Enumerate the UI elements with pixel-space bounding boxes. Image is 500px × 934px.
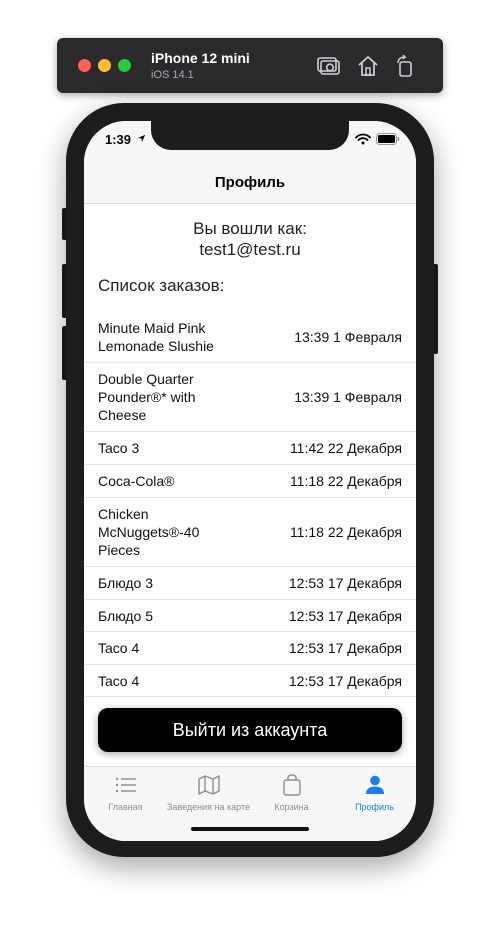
- tab-label: Заведения на карте: [167, 802, 251, 812]
- page-title: Профиль: [214, 173, 286, 191]
- home-button[interactable]: [355, 53, 381, 79]
- order-date: 13:39 1 Февраля: [294, 329, 402, 345]
- navigation-bar: Профиль: [84, 161, 416, 204]
- phone-screen: 1:39 Профиль Вы вошли как: test1@test.ru…: [84, 121, 416, 841]
- device-name: iPhone 12 mini: [151, 50, 250, 66]
- order-name: Taco 3: [98, 440, 140, 456]
- order-row[interactable]: Coca-Cola® 11:18 22 Декабря: [84, 465, 416, 498]
- order-name: Double Quarter Pounder®* with Cheese: [98, 371, 196, 423]
- tab-cart[interactable]: Корзина: [250, 773, 333, 817]
- order-date: 11:18 22 Декабря: [289, 524, 402, 540]
- order-row[interactable]: Блюдо 5 12:53 17 Декабря: [84, 600, 416, 632]
- logged-in-label: Вы вошли как:: [193, 219, 307, 238]
- order-name: Coca-Cola®: [98, 473, 175, 489]
- order-name: Chicken McNuggets®-40 Pieces: [98, 506, 200, 558]
- order-row[interactable]: Блюдо 3 12:53 17 Декабря: [84, 567, 416, 600]
- tab-map[interactable]: Заведения на карте: [167, 773, 250, 817]
- tab-profile[interactable]: Профиль: [333, 773, 416, 817]
- order-date: 12:53 17 Декабря: [288, 672, 402, 689]
- location-arrow-icon: [137, 134, 146, 143]
- order-name: Minute Maid Pink Lemonade Slushie: [98, 320, 214, 354]
- order-row[interactable]: Taco 4 12:53 17 Декабря: [84, 632, 416, 665]
- screenshot-button[interactable]: [316, 53, 342, 79]
- tab-home[interactable]: Главная: [84, 773, 167, 817]
- orders-list: Minute Maid Pink Lemonade Slushie 13:39 …: [84, 312, 416, 697]
- user-email: test1@test.ru: [199, 240, 301, 259]
- order-name: Taco 4: [98, 640, 140, 656]
- tab-label: Корзина: [274, 802, 309, 812]
- camera-icon: [317, 57, 340, 75]
- order-date: 12:53 17 Декабря: [288, 640, 402, 656]
- order-date: 12:53 17 Декабря: [288, 607, 402, 624]
- wifi-icon: [355, 133, 371, 145]
- order-row[interactable]: Taco 4 12:53 17 Декабря: [84, 665, 416, 697]
- order-row[interactable]: Minute Maid Pink Lemonade Slushie 13:39 …: [84, 312, 416, 363]
- order-name: Блюдо 5: [98, 607, 154, 624]
- home-icon: [358, 56, 378, 76]
- notch: [151, 121, 349, 150]
- order-name: Блюдо 3: [98, 575, 154, 591]
- battery-icon: [376, 133, 400, 145]
- tab-label: Профиль: [355, 802, 394, 812]
- order-row[interactable]: Chicken McNuggets®-40 Pieces 11:18 22 Де…: [84, 498, 416, 567]
- order-row[interactable]: Taco 3 11:42 22 Декабря: [84, 432, 416, 465]
- rotate-button[interactable]: [392, 53, 418, 79]
- home-indicator: [191, 827, 309, 831]
- tab-label: Главная: [108, 802, 143, 812]
- person-icon: [365, 775, 384, 794]
- rotate-icon: [397, 55, 412, 77]
- os-version: iOS 14.1: [151, 69, 194, 81]
- order-date: 11:42 22 Декабря: [289, 440, 402, 456]
- order-row[interactable]: Double Quarter Pounder®* with Cheese 13:…: [84, 363, 416, 432]
- status-icons: [355, 133, 400, 145]
- simulator-toolbar: iPhone 12 mini iOS 14.1: [57, 38, 443, 93]
- zoom-window-button[interactable]: [118, 59, 131, 72]
- map-icon: [197, 775, 220, 795]
- logout-button[interactable]: Выйти из аккаунта: [98, 708, 402, 752]
- list-icon: [115, 777, 136, 793]
- orders-title: Список заказов:: [98, 276, 225, 295]
- order-date: 13:39 1 Февраля: [294, 389, 402, 405]
- status-time: 1:39: [105, 132, 132, 147]
- bag-icon: [282, 774, 301, 796]
- order-name: Taco 4: [98, 672, 140, 689]
- profile-content: Вы вошли как: test1@test.ru Список заказ…: [84, 205, 416, 765]
- close-window-button[interactable]: [78, 59, 91, 72]
- order-date: 12:53 17 Декабря: [288, 575, 402, 591]
- minimize-window-button[interactable]: [98, 59, 111, 72]
- order-date: 11:18 22 Декабря: [289, 473, 402, 489]
